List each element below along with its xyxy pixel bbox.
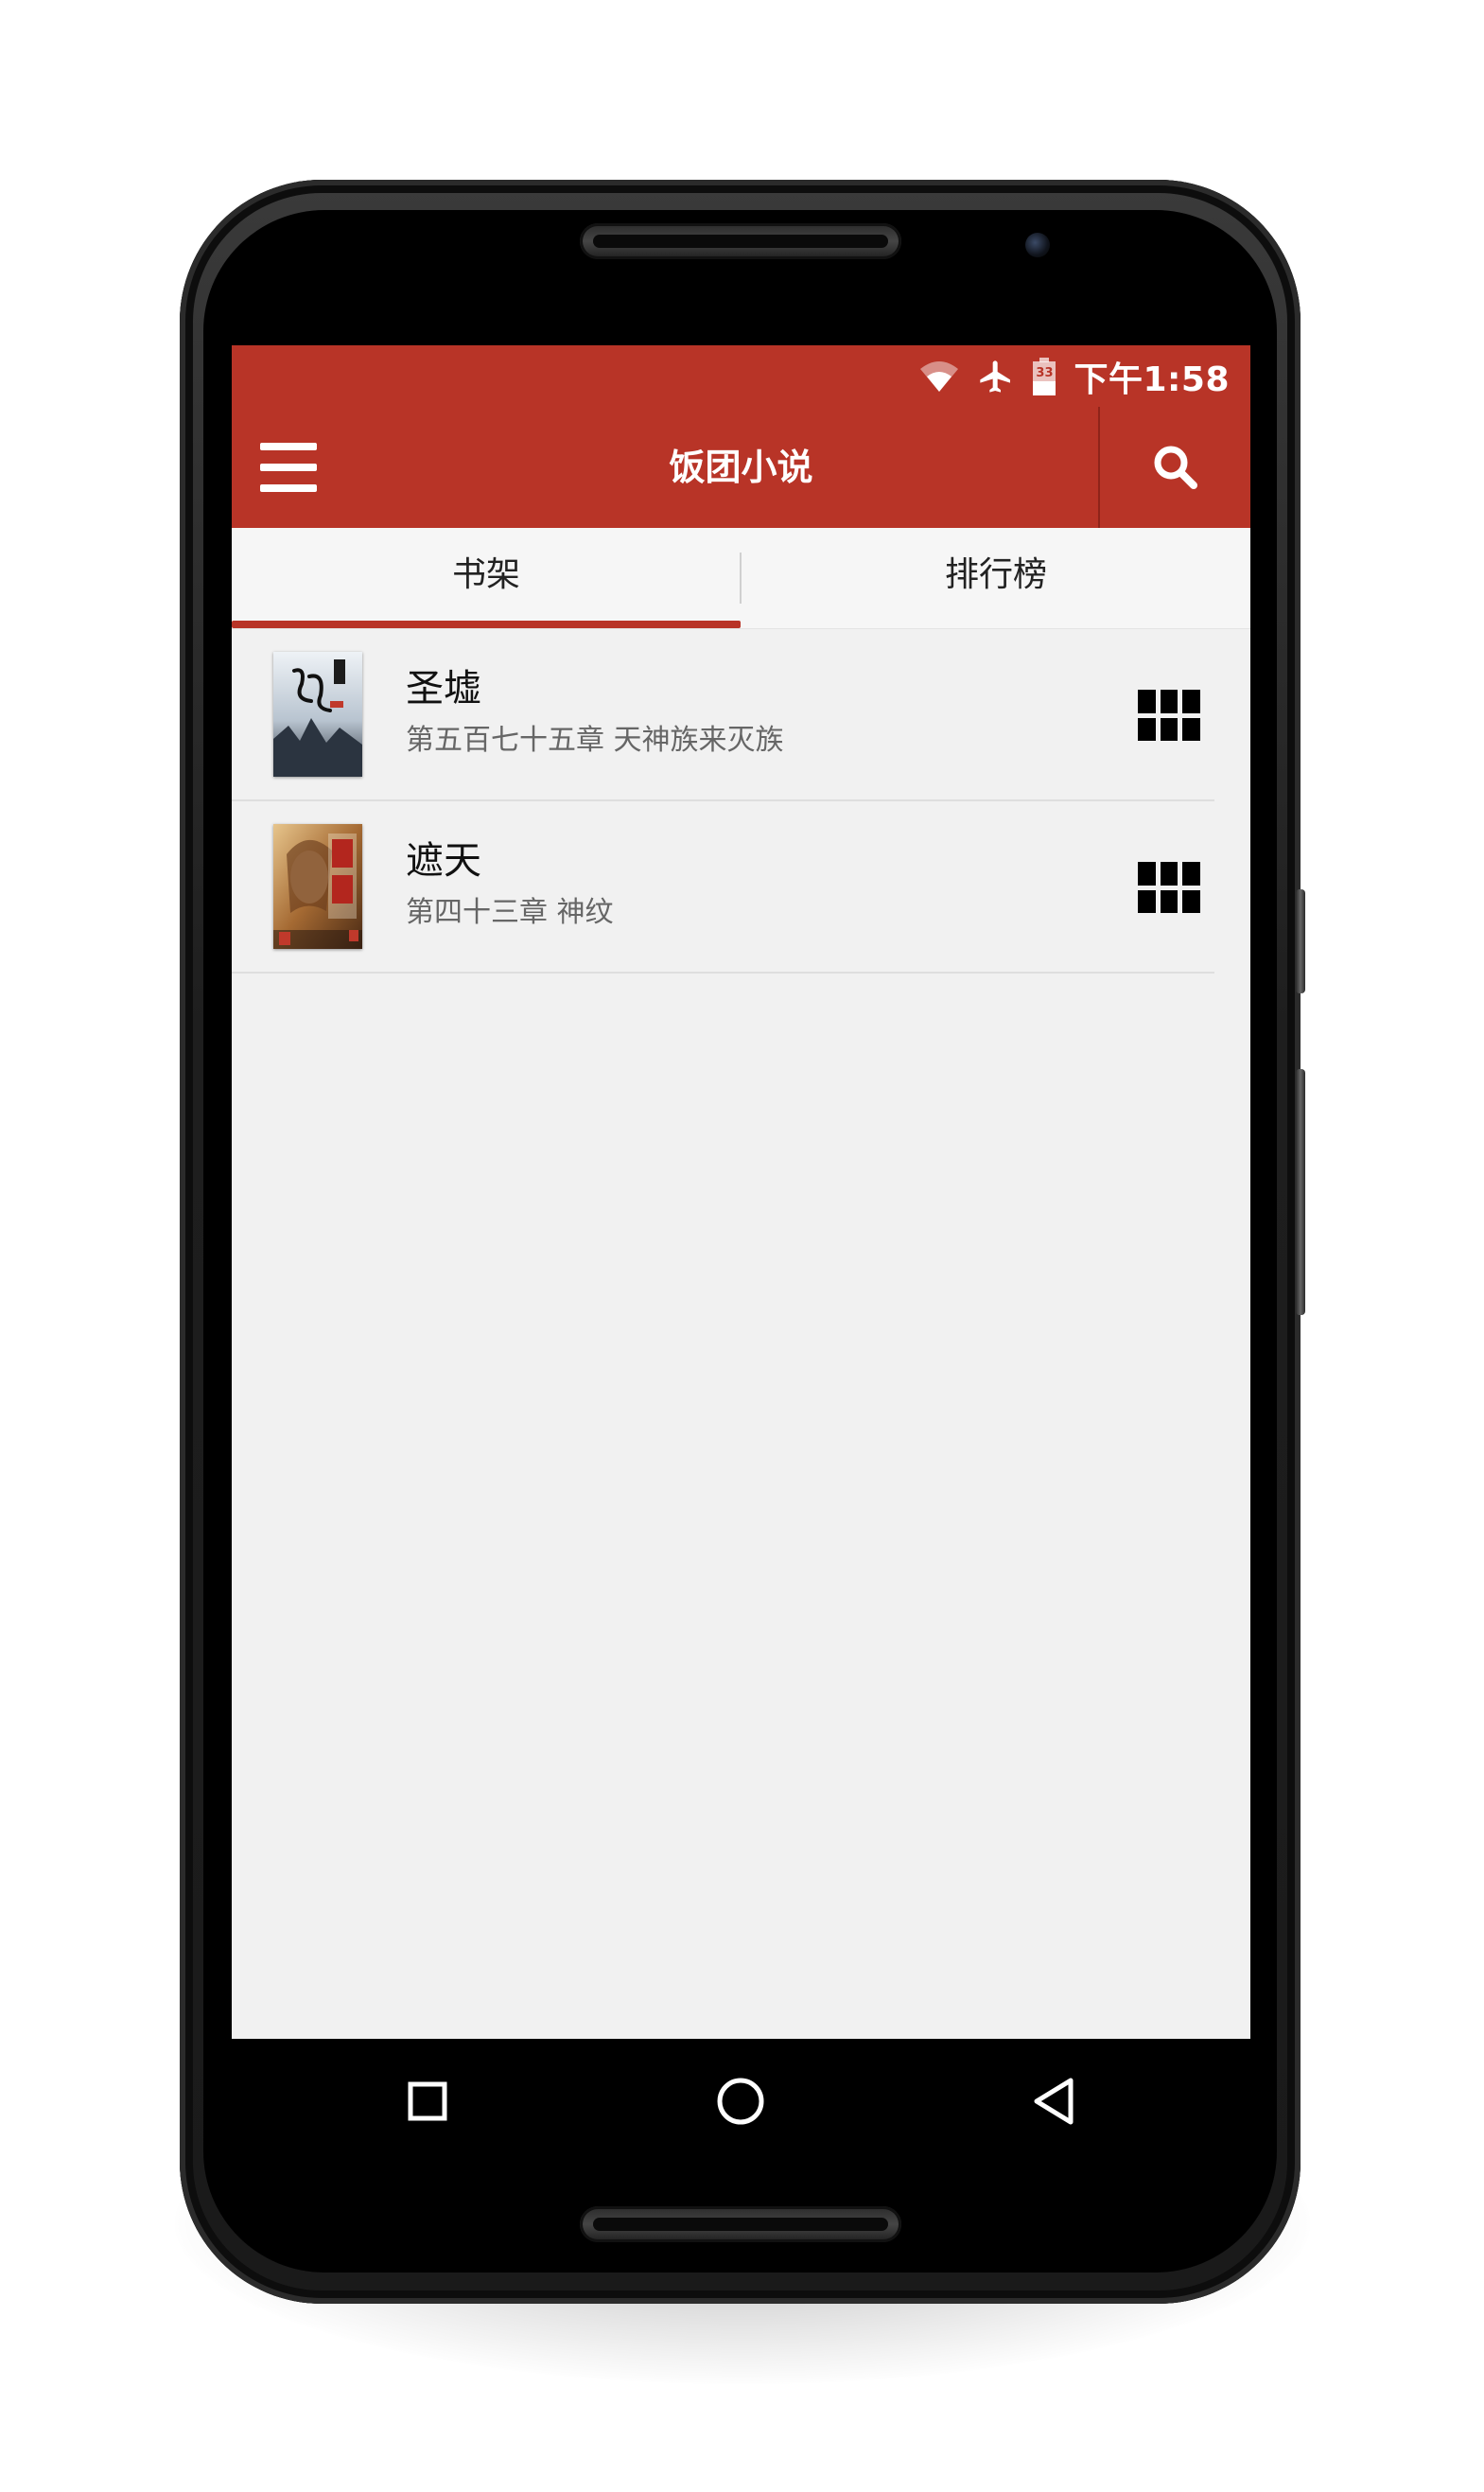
power-button xyxy=(1296,1069,1305,1315)
book-title: 圣墟 xyxy=(406,667,481,711)
battery-level: 33 xyxy=(1036,365,1054,380)
front-camera xyxy=(1025,233,1050,257)
tab-ranking[interactable]: 排行榜 xyxy=(742,528,1250,628)
battery-icon: 33 xyxy=(1032,357,1056,396)
book-title: 遮天 xyxy=(406,839,481,883)
book-latest-chapter: 第四十三章 神纹 xyxy=(406,896,614,929)
list-item[interactable]: 遮天 第四十三章 神纹 xyxy=(232,801,1250,974)
navigation-bar xyxy=(232,2039,1250,2164)
status-bar: 33 下午1:58 xyxy=(232,345,1250,407)
volume-button xyxy=(1296,889,1305,993)
tab-bookshelf[interactable]: 书架 xyxy=(232,528,741,628)
tab-bar: 书架 排行榜 xyxy=(232,528,1250,629)
wifi-icon xyxy=(918,360,960,394)
bottom-speaker xyxy=(580,2206,901,2242)
airplane-icon xyxy=(977,358,1015,395)
back-icon[interactable] xyxy=(983,2039,1125,2164)
app-bar: 饭团小说 xyxy=(232,407,1250,528)
list-item[interactable]: 圣墟 第五百七十五章 天神族来灭族 xyxy=(232,629,1250,801)
book-cover-image xyxy=(273,652,362,777)
book-cover-image xyxy=(273,824,362,949)
status-time: 下午1:58 xyxy=(1074,360,1230,399)
app-screen: 33 下午1:58 饭团小说 书架 排行榜 圣墟 第五百七十五章 天神族来灭族 … xyxy=(232,345,1250,2039)
menu-icon[interactable] xyxy=(260,443,317,494)
grid-icon[interactable] xyxy=(1138,862,1200,913)
recents-icon[interactable] xyxy=(357,2039,498,2164)
search-icon xyxy=(1154,446,1197,489)
grid-icon[interactable] xyxy=(1138,690,1200,741)
book-latest-chapter: 第五百七十五章 天神族来灭族 xyxy=(406,724,784,757)
search-button[interactable] xyxy=(1100,407,1250,528)
home-icon[interactable] xyxy=(670,2039,812,2164)
book-list: 圣墟 第五百七十五章 天神族来灭族 遮天 第四十三章 神纹 xyxy=(232,629,1250,974)
top-speaker xyxy=(580,223,901,259)
tab-indicator xyxy=(232,621,741,628)
